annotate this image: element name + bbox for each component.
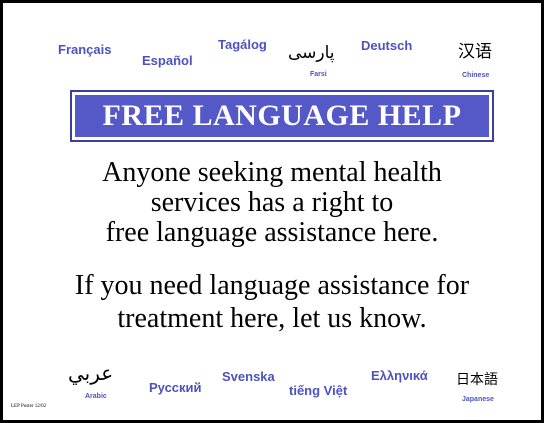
lang-russian: Русский [149, 380, 202, 395]
lang-chinese-label: Chinese [462, 72, 490, 79]
lang-farsi-label: Farsi [310, 71, 327, 78]
message-line-5: treatment here, let us know. [117, 303, 427, 334]
lang-french: Français [58, 42, 112, 57]
message-line-4: If you need language assistance for [74, 270, 470, 301]
poster-footnote: LEP Poster 12/02 [11, 404, 47, 409]
banner-title: FREE LANGUAGE HELP [75, 95, 489, 137]
lang-farsi-native: پارسی [288, 43, 335, 63]
message-line-3: free language assistance here. [105, 217, 439, 248]
title-banner: FREE LANGUAGE HELP [70, 90, 494, 142]
lang-japanese-label: Japanese [462, 396, 494, 403]
lang-spanish: Español [142, 53, 193, 68]
poster: Français Español Tagálog پارسی Farsi Deu… [0, 0, 544, 423]
lang-tagalog: Tagálog [218, 37, 267, 52]
message-line-2: services has a right to [150, 187, 394, 218]
lang-greek: Ελληνικά [371, 368, 428, 383]
lang-german: Deutsch [361, 38, 413, 53]
message-line-1: Anyone seeking mental health [102, 157, 442, 188]
lang-japanese-native: 日本語 [456, 372, 498, 388]
lang-swedish: Svenska [222, 369, 275, 384]
lang-chinese-native: 汉语 [458, 42, 492, 62]
lang-vietnamese: tiếng Việt [289, 383, 348, 398]
lang-arabic-native: عربي [68, 361, 114, 385]
lang-arabic-label: Arabic [85, 393, 107, 400]
